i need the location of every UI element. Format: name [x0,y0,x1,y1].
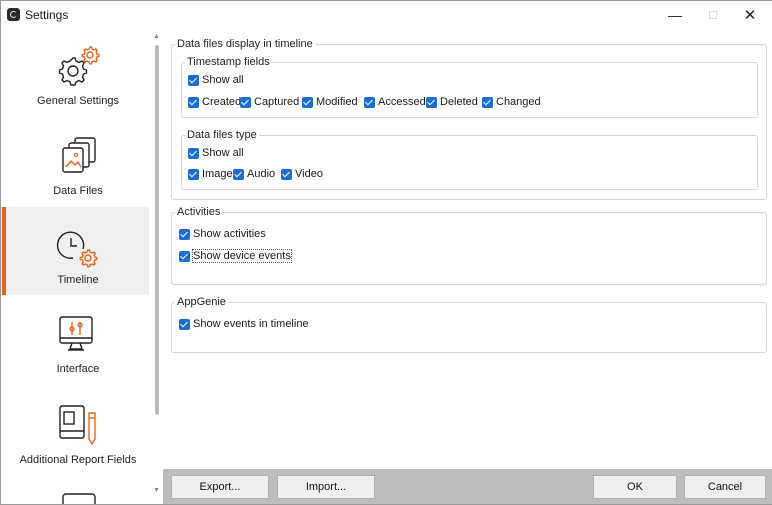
checkbox-checked-icon [188,96,199,108]
checkbox-type-show-all[interactable]: Show all [188,147,244,159]
sidebar-item-data-files[interactable]: Data Files [1,118,149,206]
timeline-clock-icon [56,231,98,268]
sidebar-item-label: Interface [56,363,100,375]
checkbox-accessed[interactable]: Accessed [364,96,426,108]
checkbox-captured[interactable]: Captured [240,96,299,108]
scrollbar-thumb[interactable] [155,45,159,415]
timestamp-fields-group [181,62,758,118]
checkbox-modified[interactable]: Modified [302,96,358,108]
checkbox-show-events-in-timeline[interactable]: Show events in timeline [179,318,309,330]
checkbox-checked-icon [179,250,190,262]
notebook-pencil-icon [59,405,96,446]
group-title: AppGenie [175,296,228,308]
sidebar-item-interface[interactable]: Interface [1,296,149,384]
activities-group [171,212,767,285]
maximize-button[interactable]: ☐ [694,1,732,29]
group-title: Data files display in timeline [175,38,315,50]
checkbox-checked-icon [233,168,244,180]
checkbox-checked-icon [188,147,199,159]
sidebar-item-additional-report-fields[interactable]: Additional Report Fields [1,385,149,473]
cancel-button[interactable]: Cancel [684,475,766,499]
group-title: Data files type [185,129,259,141]
checkbox-show-device-events[interactable]: Show device events [179,249,292,263]
settings-sidebar: General Settings Data Files Timeline Int… [1,29,151,504]
group-title: Timestamp fields [185,56,272,68]
sidebar-item-label: General Settings [37,95,119,107]
title-bar: Settings — ☐ ✕ [1,1,772,29]
checkbox-video[interactable]: Video [281,168,323,180]
checkbox-created[interactable]: Created [188,96,241,108]
import-button[interactable]: Import... [277,475,375,499]
sidebar-item-general-settings[interactable]: General Settings [1,29,149,117]
checkbox-checked-icon [426,96,437,108]
export-button[interactable]: Export... [171,475,269,499]
ok-button[interactable]: OK [593,475,677,499]
checkbox-audio[interactable]: Audio [233,168,275,180]
minimize-button[interactable]: — [656,1,694,29]
checkbox-checked-icon [364,96,375,108]
sidebar-scrollbar[interactable]: ▲ ▼ [151,29,163,499]
sidebar-item-label: Timeline [57,274,99,286]
window-title: Settings [25,8,69,22]
checkbox-image[interactable]: Image [188,168,233,180]
dialog-footer: Export... Import... OK Cancel [163,469,772,504]
checkbox-checked-icon [188,74,199,86]
checkbox-changed[interactable]: Changed [482,96,541,108]
checkbox-checked-icon [302,96,313,108]
gear-icon [58,46,100,86]
checkbox-checked-icon [482,96,493,108]
sidebar-item-label: Additional Report Fields [19,454,137,466]
settings-window: Settings — ☐ ✕ General Settings Data Fil… [0,0,772,505]
partial-sidebar-icon [62,493,96,504]
checkbox-timestamp-show-all[interactable]: Show all [188,74,244,86]
checkbox-checked-icon [240,96,251,108]
checkbox-deleted[interactable]: Deleted [426,96,478,108]
checkbox-checked-icon [188,168,199,180]
sidebar-item-label: Data Files [53,185,103,197]
checkbox-checked-icon [179,318,190,330]
checkbox-show-activities[interactable]: Show activities [179,228,266,240]
close-button[interactable]: ✕ [731,1,769,29]
scroll-down-icon[interactable]: ▼ [153,487,160,494]
sidebar-item-timeline[interactable]: Timeline [1,207,149,295]
data-files-icon [62,137,96,173]
scroll-up-icon[interactable]: ▲ [153,33,160,40]
checkbox-checked-icon [281,168,292,180]
app-logo-icon [7,8,20,21]
group-title: Activities [175,206,223,218]
monitor-sliders-icon [59,316,93,351]
data-files-type-group [181,135,758,190]
checkbox-checked-icon [179,228,190,240]
